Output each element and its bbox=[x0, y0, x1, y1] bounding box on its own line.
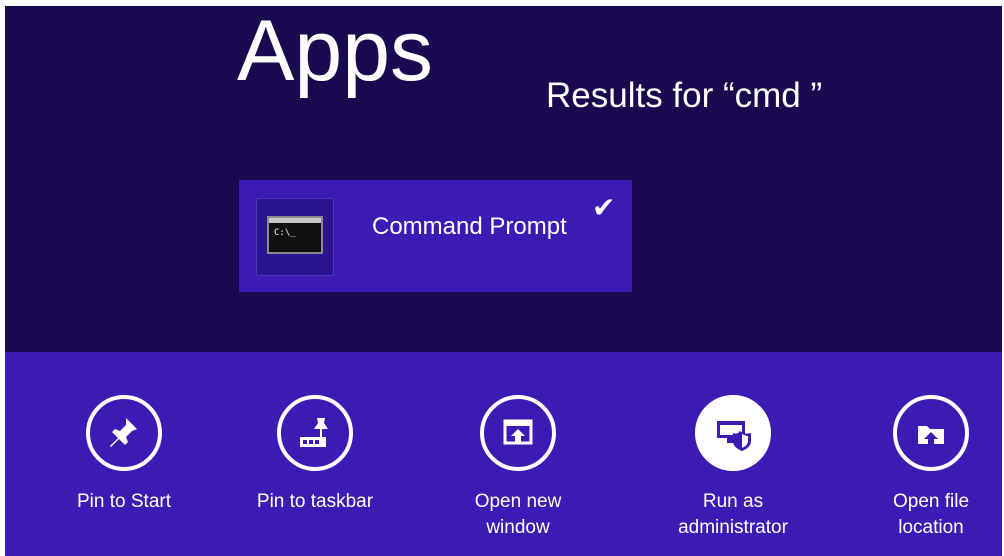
folder-location-icon bbox=[893, 395, 969, 471]
pin-icon bbox=[86, 395, 162, 471]
run-as-administrator-label: Run as administrator bbox=[678, 491, 788, 538]
taskbar-pin-icon bbox=[277, 395, 353, 471]
command-prompt-icon: C:\_ bbox=[267, 216, 323, 254]
open-file-location-label: Open file location bbox=[892, 491, 970, 538]
command-prompt-result-tile[interactable]: C:\_ Command Prompt ✔ bbox=[239, 180, 632, 292]
command-prompt-label: Command Prompt bbox=[372, 214, 567, 240]
search-results-panel: Apps Results for “cmd ” C:\_ Command Pro… bbox=[5, 6, 1002, 352]
search-results-caption: Results for “cmd ” bbox=[546, 76, 823, 115]
command-prompt-icon-container: C:\_ bbox=[256, 198, 334, 276]
pin-to-start-button[interactable]: Pin to Start bbox=[49, 395, 199, 540]
pin-to-taskbar-button[interactable]: Pin to taskbar bbox=[240, 395, 390, 540]
shield-admin-icon bbox=[695, 395, 771, 471]
windows-start-search-screen: Apps Results for “cmd ” C:\_ Command Pro… bbox=[0, 0, 1004, 556]
app-command-bar: Pin to Start Pin to taskbar Open new win… bbox=[5, 352, 1002, 556]
new-window-icon bbox=[480, 395, 556, 471]
open-new-window-button[interactable]: Open new window bbox=[443, 395, 593, 540]
open-file-location-button[interactable]: Open file location bbox=[856, 395, 1004, 540]
pin-to-taskbar-label: Pin to taskbar bbox=[256, 491, 374, 512]
pin-to-start-label: Pin to Start bbox=[77, 491, 171, 512]
open-new-window-label: Open new window bbox=[474, 491, 562, 538]
selected-check-icon: ✔ bbox=[592, 192, 616, 223]
run-as-administrator-button[interactable]: Run as administrator bbox=[658, 395, 808, 540]
apps-category-title: Apps bbox=[237, 3, 434, 99]
